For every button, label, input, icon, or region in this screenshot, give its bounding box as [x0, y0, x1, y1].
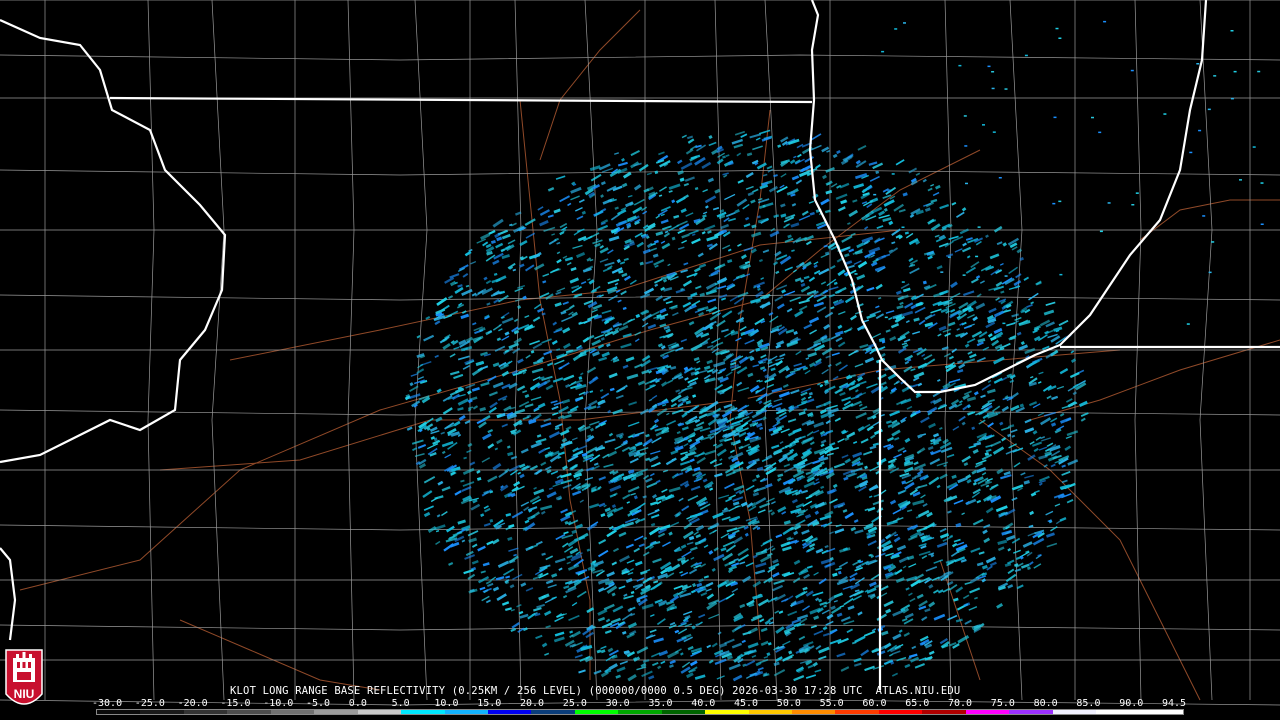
- scale-label: -15.0: [220, 698, 251, 709]
- colorbar-segment: [357, 710, 402, 714]
- product-title: KLOT LONG RANGE BASE REFLECTIVITY (0.25K…: [230, 685, 961, 697]
- scale-label: 10.0: [434, 698, 459, 709]
- colorbar-segment: [1096, 710, 1140, 714]
- scale-label: 25.0: [562, 698, 587, 709]
- colorbar-segment: [1139, 710, 1183, 714]
- radar-map: [0, 0, 1280, 706]
- colorbar-segment: [531, 710, 575, 714]
- logo-text: NIU: [14, 687, 35, 701]
- colorbar-segment: [1009, 710, 1053, 714]
- scale-label: -30.0: [92, 698, 123, 709]
- scale-labels: -30.0 -25.0 -20.0 -15.0 -10.0 -5.0 0.0 5.0 10.0 1…: [92, 698, 1202, 709]
- colorbar-segment: [792, 710, 836, 714]
- scale-label: 85.0: [1076, 698, 1101, 709]
- colorbar-segment: [661, 710, 706, 714]
- scale-label: 45.0: [734, 698, 759, 709]
- colorbar-segment: [183, 710, 228, 714]
- colorbar-segment: [922, 710, 966, 714]
- colorbar-segment: [97, 710, 141, 714]
- colorbar-segment: [574, 710, 619, 714]
- scale-label: -20.0: [177, 698, 208, 709]
- colorbar-segment: [835, 710, 879, 714]
- scale-label: 70.0: [948, 698, 973, 709]
- scale-label: 50.0: [776, 698, 801, 709]
- scale-label: 94.5: [1162, 698, 1187, 709]
- scale-label: 40.0: [691, 698, 716, 709]
- niu-logo: NIU: [5, 649, 43, 705]
- scale-label: -10.0: [263, 698, 294, 709]
- colorbar-segment: [140, 710, 184, 714]
- colorbar-segment: [444, 710, 488, 714]
- scale-label: 80.0: [1033, 698, 1058, 709]
- scale-label: 15.0: [477, 698, 502, 709]
- colorbar-segment: [705, 710, 749, 714]
- scale-label: 55.0: [819, 698, 844, 709]
- scale-label: -5.0: [306, 698, 331, 709]
- highway-lines: [19, 9, 1280, 701]
- colorbar-segment: [487, 710, 532, 714]
- reflectivity-echoes: [404, 20, 1264, 682]
- scale-label: 5.0: [391, 698, 410, 709]
- colorbar-segment: [618, 710, 662, 714]
- colorbar-segment: [748, 710, 792, 714]
- reflectivity-colorbar: [96, 709, 1184, 715]
- colorbar-segment: [227, 710, 271, 714]
- colorbar-segment: [965, 710, 1010, 714]
- colorbar-segment: [1052, 710, 1097, 714]
- scale-label: 60.0: [862, 698, 887, 709]
- scale-label: 0.0: [348, 698, 367, 709]
- scale-label: 20.0: [520, 698, 545, 709]
- scale-label: 75.0: [990, 698, 1015, 709]
- scale-label: 90.0: [1119, 698, 1144, 709]
- colorbar-segment: [401, 710, 445, 714]
- colorbar-segment: [878, 710, 923, 714]
- radar-site-marker: [736, 394, 748, 406]
- scale-label: 35.0: [648, 698, 673, 709]
- colorbar-segment: [314, 710, 358, 714]
- scale-label: 65.0: [905, 698, 930, 709]
- scale-label: -25.0: [134, 698, 165, 709]
- colorbar-segment: [270, 710, 315, 714]
- scale-label: 30.0: [605, 698, 630, 709]
